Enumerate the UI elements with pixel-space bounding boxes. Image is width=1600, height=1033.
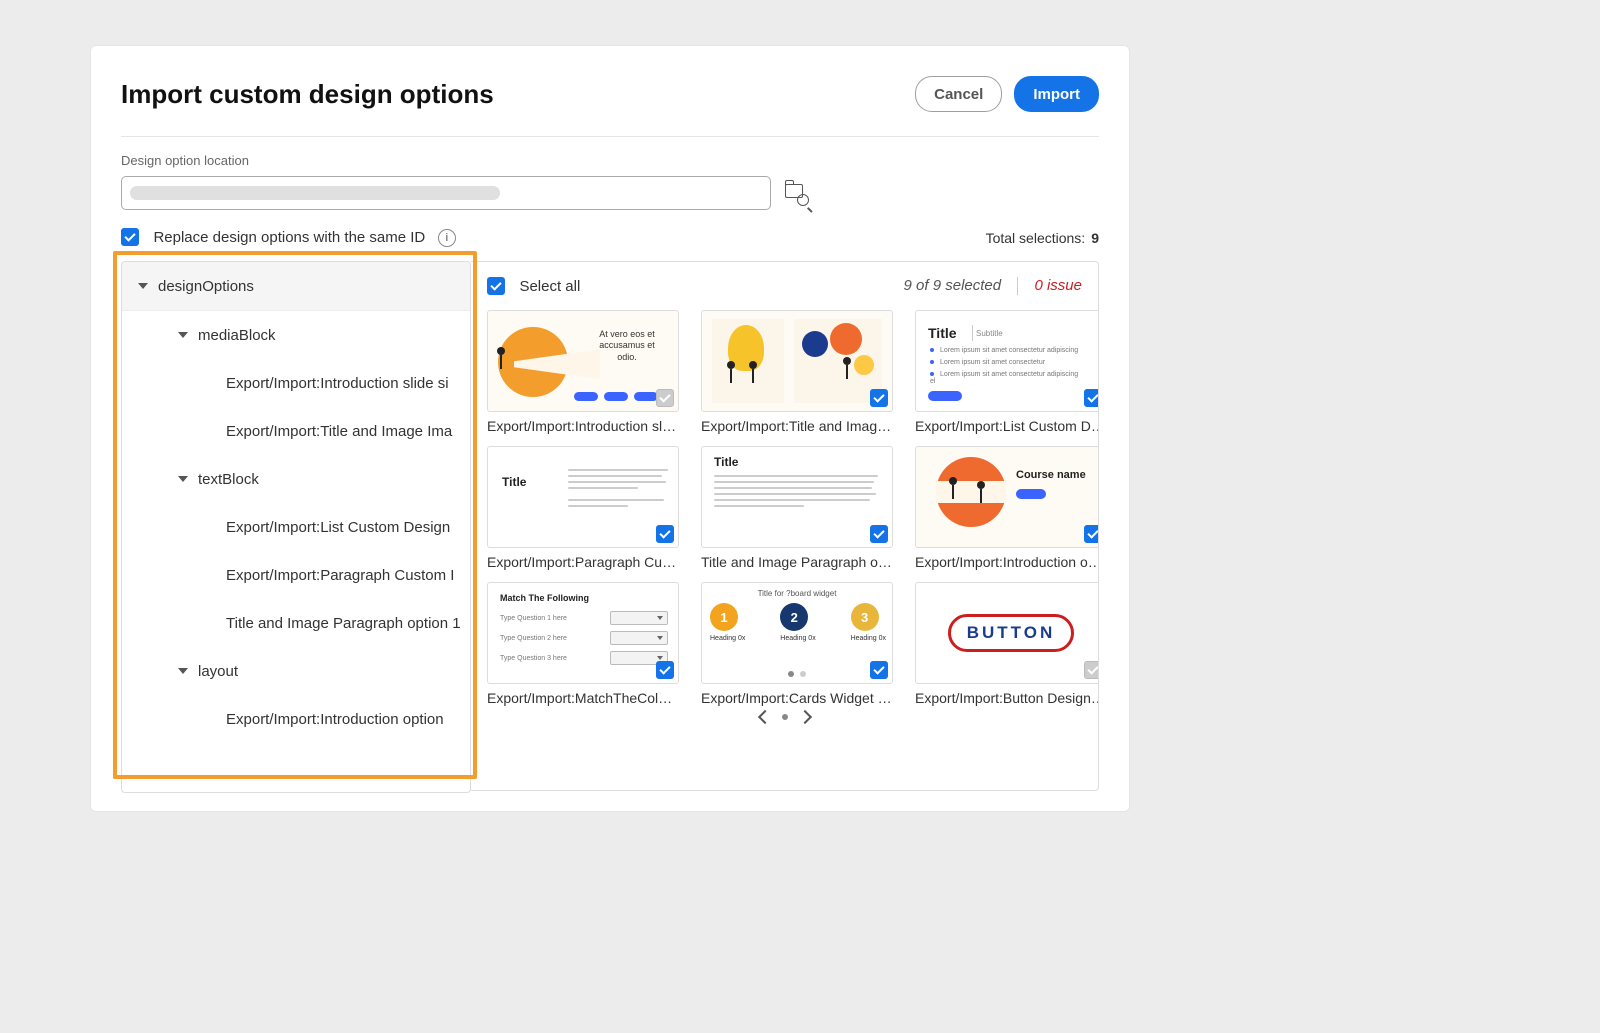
select-all-label: Select all <box>519 278 580 295</box>
card-checkbox[interactable] <box>870 389 888 407</box>
card-caption: Export/Import:Cards Widget (V… <box>701 690 893 706</box>
card-checkbox[interactable] <box>656 661 674 679</box>
divider <box>121 136 1099 137</box>
card-checkbox[interactable] <box>1084 661 1099 679</box>
card-caption: Export/Import:Introduction slid… <box>487 418 679 434</box>
card-checkbox[interactable] <box>870 661 888 679</box>
import-button[interactable]: Import <box>1014 76 1099 112</box>
thumbnail: At vero eos et accusamus et odio. <box>487 310 679 412</box>
design-card[interactable]: At vero eos et accusamus et odio. Export… <box>487 310 679 434</box>
design-card[interactable]: BUTTON Export/Import:Button Design O… <box>915 582 1099 706</box>
design-card[interactable]: Course name Export/Import:Introduction o… <box>915 446 1099 570</box>
info-icon[interactable]: i <box>438 229 456 247</box>
tree-node-layout[interactable]: layout <box>122 647 470 695</box>
tree-leaf[interactable]: Export/Import:Introduction option <box>122 695 470 743</box>
design-card[interactable]: Match The Following Type Question 1 here… <box>487 582 679 706</box>
card-checkbox[interactable] <box>870 525 888 543</box>
tree-leaf[interactable]: Export/Import:Paragraph Custom I <box>122 551 470 599</box>
pager <box>487 712 1082 722</box>
tree-leaf[interactable]: Title and Image Paragraph option 1 <box>122 599 470 647</box>
design-card[interactable]: Title for ?board widget 1Heading 0x 2Hea… <box>701 582 893 706</box>
browse-folder-icon[interactable] <box>785 182 807 204</box>
card-caption: Export/Import:List Custom Desi… <box>915 418 1099 434</box>
page-dot[interactable] <box>782 714 788 720</box>
card-checkbox[interactable] <box>656 525 674 543</box>
tree-leaf[interactable]: Export/Import:Title and Image Ima <box>122 407 470 455</box>
location-input[interactable] <box>121 176 771 210</box>
thumbnail: Match The Following Type Question 1 here… <box>487 582 679 684</box>
card-checkbox[interactable] <box>656 389 674 407</box>
design-card[interactable]: Title Title and Image Paragr <box>701 446 893 570</box>
card-caption: Export/Import:MatchTheColum… <box>487 690 679 706</box>
import-dialog: Import custom design options Cancel Impo… <box>90 45 1130 812</box>
thumbnail: Title <box>487 446 679 548</box>
replace-same-id-label: Replace design options with the same ID <box>153 229 425 246</box>
card-checkbox[interactable] <box>1084 389 1099 407</box>
card-caption: Export/Import:Title and Image I… <box>701 418 893 434</box>
card-checkbox[interactable] <box>1084 525 1099 543</box>
card-caption: Export/Import:Introduction opti… <box>915 554 1099 570</box>
card-caption: Export/Import:Paragraph Custo… <box>487 554 679 570</box>
chevron-down-icon <box>178 476 188 482</box>
chevron-down-icon <box>178 668 188 674</box>
thumbnail: BUTTON <box>915 582 1099 684</box>
tree-node-textblock[interactable]: textBlock <box>122 455 470 503</box>
design-card[interactable]: Title Export/Import:Paragrap <box>487 446 679 570</box>
tree-leaf[interactable]: Export/Import:Introduction slide si <box>122 359 470 407</box>
total-selections: Total selections:9 <box>986 230 1099 246</box>
replace-same-id-checkbox[interactable] <box>121 228 139 246</box>
location-value-redacted <box>130 186 500 200</box>
category-tree: designOptions mediaBlock Export/Import:I… <box>121 261 471 793</box>
design-card[interactable]: TitleSubtitle Lorem ipsum sit amet conse… <box>915 310 1099 434</box>
tree-node-designoptions[interactable]: designOptions <box>122 262 470 311</box>
dialog-title: Import custom design options <box>121 79 494 110</box>
chevron-right-icon[interactable] <box>797 710 811 724</box>
cancel-button[interactable]: Cancel <box>915 76 1002 112</box>
thumbnail: Title for ?board widget 1Heading 0x 2Hea… <box>701 582 893 684</box>
card-caption: Title and Image Paragraph optio… <box>701 554 893 570</box>
chevron-left-icon[interactable] <box>757 710 771 724</box>
thumbnail: Course name <box>915 446 1099 548</box>
select-all-checkbox[interactable] <box>487 277 505 295</box>
thumbnail: TitleSubtitle Lorem ipsum sit amet conse… <box>915 310 1099 412</box>
card-caption: Export/Import:Button Design O… <box>915 690 1099 706</box>
tree-leaf[interactable]: Export/Import:List Custom Design <box>122 503 470 551</box>
tree-node-mediablock[interactable]: mediaBlock <box>122 311 470 359</box>
chevron-down-icon <box>138 283 148 289</box>
gallery-panel: Select all 9 of 9 selected 0 issue <box>471 261 1099 791</box>
chevron-down-icon <box>178 332 188 338</box>
selection-summary: 9 of 9 selected 0 issue <box>904 277 1082 295</box>
location-label: Design option location <box>121 153 1099 168</box>
thumbnail: Title <box>701 446 893 548</box>
thumbnail <box>701 310 893 412</box>
design-card[interactable]: Export/Import:Title and Image I… <box>701 310 893 434</box>
